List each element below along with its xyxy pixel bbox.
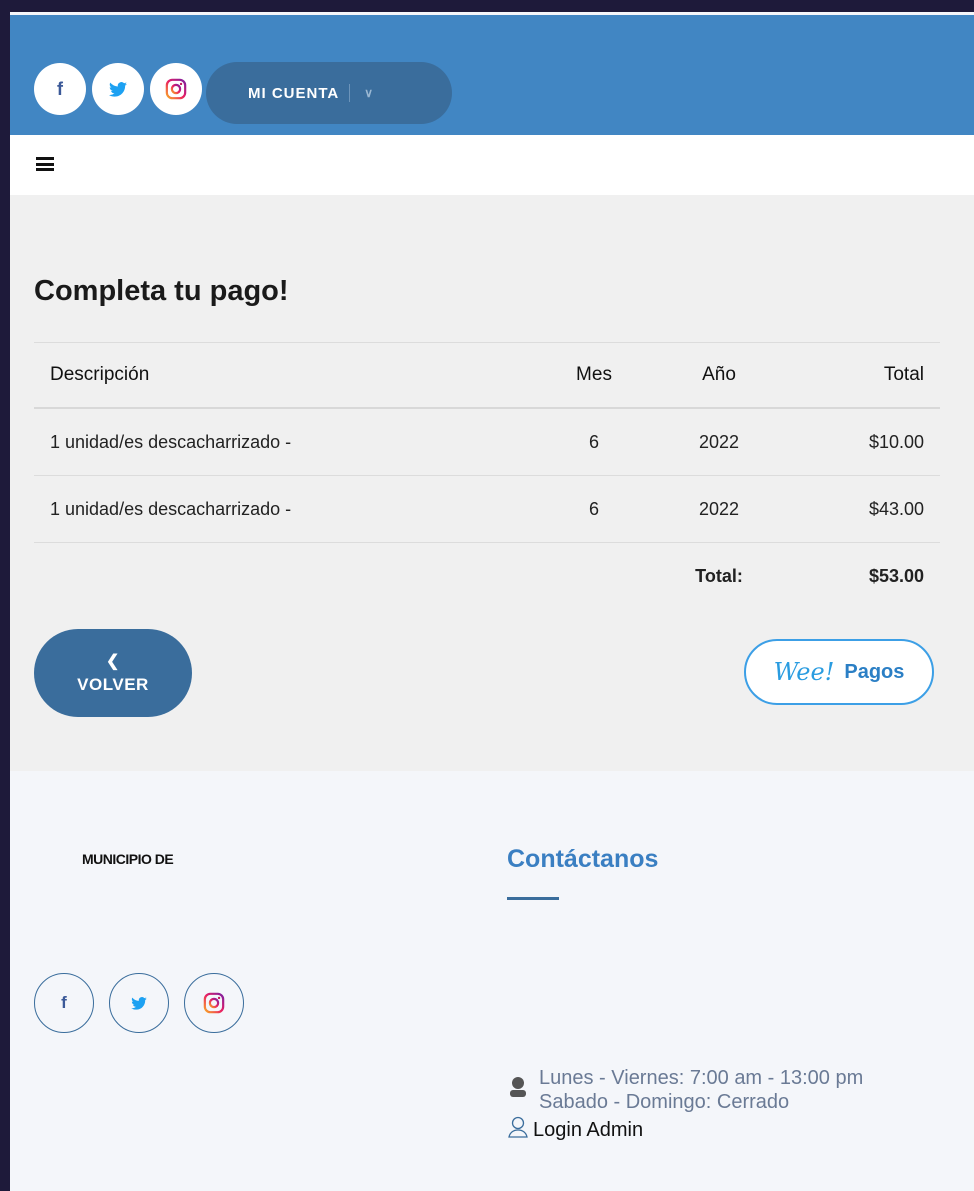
user-outline-icon	[507, 1116, 529, 1144]
row-year: 2022	[698, 498, 740, 519]
contact-underline	[507, 897, 559, 900]
table-header-row: Descripción Mes Año Total	[34, 343, 940, 409]
row-description: 1 unidad/es descacharrizado -	[50, 431, 292, 452]
wee-brand-logo: Wee!	[773, 658, 835, 686]
total-value: $53.00	[868, 566, 924, 586]
login-admin-link[interactable]: Login Admin	[507, 1116, 643, 1144]
row-total: $10.00	[868, 431, 924, 452]
footer-social-links: f	[34, 973, 244, 1033]
header-month: Mes	[576, 364, 612, 385]
hamburger-menu-icon[interactable]	[36, 157, 54, 171]
twitter-icon[interactable]	[109, 973, 169, 1033]
arrow-left-icon: ❮	[106, 653, 120, 670]
row-year: 2022	[698, 431, 740, 452]
table-row: 1 unidad/es descacharrizado - 6 2022 $10…	[34, 409, 940, 476]
header-social-links: f	[34, 63, 202, 115]
payment-section: Completa tu pago! Descripción Mes Año To…	[10, 195, 974, 771]
back-button[interactable]: ❮ VOLVER	[34, 629, 192, 717]
hours-weekend: Sabado - Domingo: Cerrado	[539, 1091, 790, 1113]
account-dropdown[interactable]: MI CUENTA ∨	[206, 62, 452, 124]
facebook-icon[interactable]: f	[34, 973, 94, 1033]
site-footer: MUNICIPIO DE Contáctanos f Lunes - Viern…	[10, 771, 974, 1191]
instagram-icon[interactable]	[184, 973, 244, 1033]
table-row: 1 unidad/es descacharrizado - 6 2022 $43…	[34, 476, 940, 543]
contact-title: Contáctanos	[507, 845, 659, 873]
header-description: Descripción	[50, 364, 150, 385]
login-admin-label: Login Admin	[533, 1118, 644, 1141]
header-year: Año	[702, 364, 736, 385]
table-total-row: Total: $53.00	[34, 543, 940, 610]
municipio-logo-text: MUNICIPIO DE	[82, 851, 174, 867]
page-title: Completa tu pago!	[34, 275, 289, 307]
page-frame: f MI CUENTA ∨ Completa tu pago! Descripc…	[10, 12, 974, 1191]
back-button-label: VOLVER	[77, 675, 149, 694]
row-description: 1 unidad/es descacharrizado -	[50, 498, 292, 519]
header-total: Total	[883, 364, 924, 385]
payment-table: Descripción Mes Año Total 1 unidad/es de…	[34, 342, 940, 610]
pay-button-label: Pagos	[844, 660, 905, 683]
nav-bar	[10, 135, 974, 195]
office-hours: Lunes - Viernes: 7:00 am - 13:00 pm Saba…	[507, 1066, 863, 1114]
wee-pagos-button[interactable]: Wee! Pagos	[744, 639, 934, 705]
row-total: $43.00	[868, 498, 924, 519]
instagram-icon[interactable]	[150, 63, 202, 115]
site-header: f MI CUENTA ∨	[10, 15, 974, 135]
row-month: 6	[588, 431, 599, 452]
hours-weekdays: Lunes - Viernes: 7:00 am - 13:00 pm	[539, 1067, 864, 1089]
support-agent-icon	[507, 1075, 529, 1105]
chevron-down-icon: ∨	[364, 86, 375, 100]
facebook-icon[interactable]: f	[34, 63, 86, 115]
account-divider	[349, 84, 351, 102]
account-label: MI CUENTA	[248, 84, 340, 102]
total-label: Total:	[695, 566, 743, 586]
twitter-icon[interactable]	[92, 63, 144, 115]
row-month: 6	[588, 498, 599, 519]
